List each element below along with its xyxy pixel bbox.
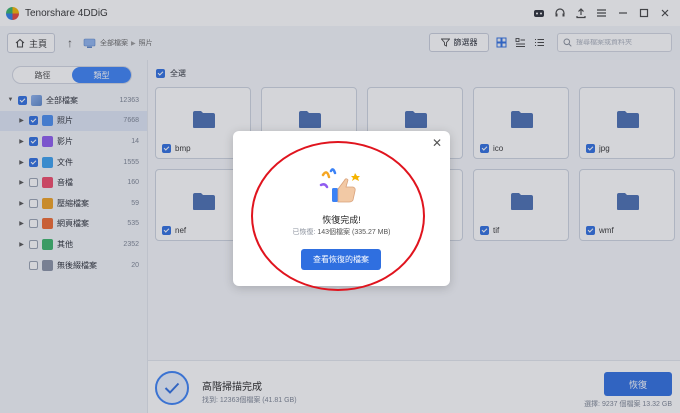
- recovered-info: 已恢復: 143個檔案 (335.27 MB): [233, 227, 450, 237]
- recovered-value: 143個檔案 (335.27 MB): [317, 229, 391, 236]
- thumbs-up-celebration-icon: [319, 168, 360, 203]
- app-window: Tenorshare 4DDiG 主頁 ↑ 全部檔案 ▶ 照片 篩選器 搜尋檔案…: [0, 0, 680, 413]
- recovered-label: 已恢復:: [292, 229, 316, 236]
- recovery-complete-dialog: ✕ 恢復完成! 已恢復: 143個檔案 (335.27 MB) 查看恢復的檔案: [233, 131, 450, 286]
- view-recovered-files-button[interactable]: 查看恢復的檔案: [301, 249, 381, 270]
- dialog-title: 恢復完成!: [322, 215, 361, 225]
- close-icon[interactable]: ✕: [432, 136, 442, 150]
